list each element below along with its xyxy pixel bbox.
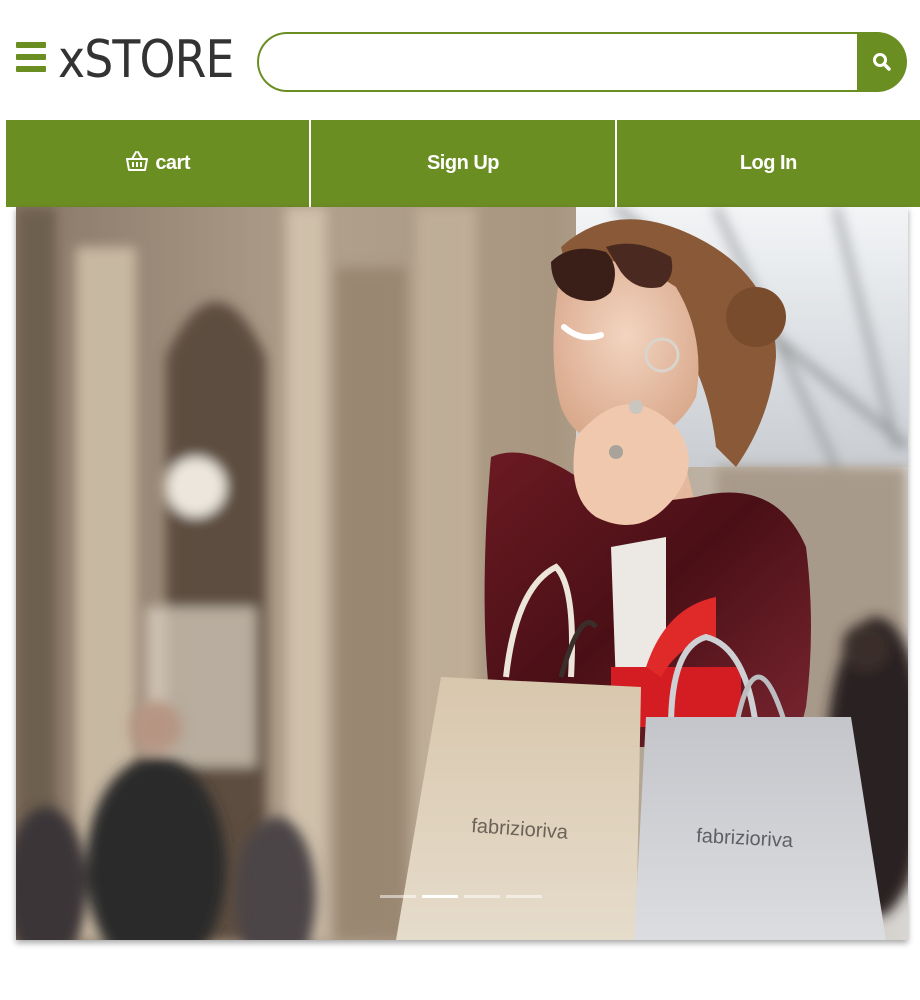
cart-label: cart [155,152,191,174]
search-button[interactable] [857,32,907,92]
search-bar [257,32,907,92]
search-input[interactable] [257,32,879,92]
shopping-basket-icon [125,149,149,179]
hamburger-menu-icon[interactable] [16,42,48,74]
signup-button[interactable]: Sign Up [311,120,617,207]
carousel-indicator-active[interactable] [422,895,458,898]
carousel-indicator[interactable] [506,895,542,898]
site-logo[interactable]: xSTORE [58,30,234,90]
login-button[interactable]: Log In [616,120,920,207]
carousel-indicator[interactable] [380,895,416,898]
header: xSTORE [0,0,920,120]
hero-image: fabrizioriva fabrizioriva [16,207,908,940]
carousel-indicators [380,895,542,898]
cart-button[interactable]: cart [6,120,312,207]
hero-carousel[interactable]: fabrizioriva fabrizioriva [16,207,908,940]
main-nav: cart Sign Up Log In [6,120,920,207]
signup-label: Sign Up [426,152,500,174]
carousel-indicator[interactable] [464,895,500,898]
search-icon [873,53,891,71]
login-label: Log In [739,152,797,174]
